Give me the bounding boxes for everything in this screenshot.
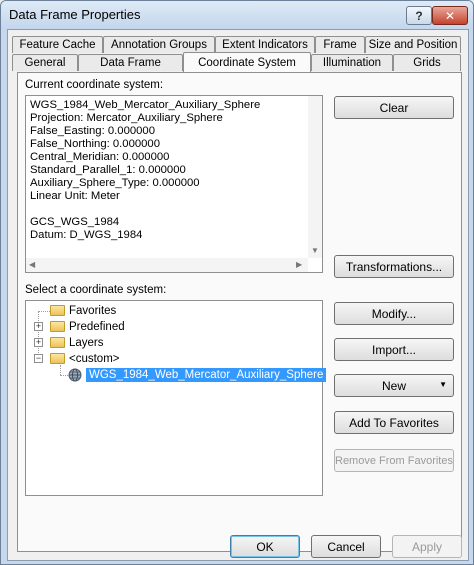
vertical-scrollbar[interactable]: ▼ — [308, 96, 322, 258]
tree-item-layers[interactable]: + Layers — [34, 335, 104, 351]
tab-frame[interactable]: Frame — [315, 36, 365, 53]
expand-plus-icon[interactable]: + — [34, 338, 43, 347]
tree-item-label-selected: WGS_1984_Web_Mercator_Auxiliary_Sphere — [86, 368, 327, 382]
close-button[interactable]: ✕ — [432, 6, 468, 25]
tab-coordinate-system[interactable]: Coordinate System — [183, 52, 311, 72]
tab-annotation-groups[interactable]: Annotation Groups — [103, 36, 215, 53]
help-button[interactable]: ? — [406, 6, 432, 25]
horizontal-scrollbar[interactable]: ◀ ▶ — [26, 258, 308, 272]
tree-item-label: <custom> — [69, 353, 120, 365]
new-dropdown-button[interactable]: New ▼ — [334, 374, 454, 397]
tab-extent-indicators[interactable]: Extent Indicators — [215, 36, 315, 53]
new-button-label: New — [381, 378, 406, 393]
ok-button[interactable]: OK — [230, 535, 300, 558]
folder-icon — [50, 321, 65, 332]
tree-item-favorites[interactable]: Favorites — [50, 303, 116, 319]
collapse-minus-icon[interactable]: − — [34, 354, 43, 363]
current-cs-label: Current coordinate system: — [25, 79, 164, 91]
dropdown-arrow-icon: ▼ — [439, 380, 447, 389]
tab-grids[interactable]: Grids — [393, 54, 461, 71]
current-cs-text: WGS_1984_Web_Mercator_Auxiliary_Sphere P… — [30, 99, 261, 241]
tree-item-predefined[interactable]: + Predefined — [34, 319, 125, 335]
remove-from-favorites-button[interactable]: Remove From Favorites — [334, 449, 454, 472]
tab-size-and-position[interactable]: Size and Position — [365, 36, 461, 53]
clear-button[interactable]: Clear — [334, 96, 454, 119]
tree-item-custom[interactable]: − <custom> — [34, 351, 120, 367]
open-folder-icon — [50, 353, 65, 364]
expand-plus-icon[interactable]: + — [34, 322, 43, 331]
globe-icon — [68, 368, 82, 382]
folder-icon — [50, 337, 65, 348]
tree-item-label: Predefined — [69, 321, 125, 333]
tree-item-label: Favorites — [69, 305, 117, 317]
tab-feature-cache[interactable]: Feature Cache — [12, 36, 103, 53]
folder-icon — [50, 305, 65, 316]
current-cs-textbox[interactable]: WGS_1984_Web_Mercator_Auxiliary_Sphere P… — [25, 95, 323, 273]
scroll-right-icon[interactable]: ▶ — [296, 260, 302, 269]
tree-item-web-mercator[interactable]: WGS_1984_Web_Mercator_Auxiliary_Sphere — [68, 367, 327, 383]
add-to-favorites-button[interactable]: Add To Favorites — [334, 411, 454, 434]
tab-data-frame[interactable]: Data Frame — [78, 54, 183, 71]
scroll-left-icon[interactable]: ◀ — [29, 260, 35, 269]
import-button[interactable]: Import... — [334, 338, 454, 361]
modify-button[interactable]: Modify... — [334, 302, 454, 325]
tab-general[interactable]: General — [12, 54, 78, 71]
apply-button[interactable]: Apply — [392, 535, 462, 558]
tree-item-label: Layers — [69, 337, 104, 349]
dialog-window: Data Frame Properties ? ✕ Feature Cache … — [0, 0, 474, 565]
coordinate-system-tree[interactable]: Favorites + Predefined + Layers − <custo… — [25, 300, 327, 496]
cancel-button[interactable]: Cancel — [311, 535, 381, 558]
transformations-button[interactable]: Transformations... — [334, 255, 454, 278]
window-title: Data Frame Properties — [9, 7, 141, 22]
tab-illumination[interactable]: Illumination — [311, 54, 393, 71]
select-cs-label: Select a coordinate system: — [25, 284, 167, 296]
scroll-down-icon[interactable]: ▼ — [311, 246, 319, 255]
title-bar[interactable]: Data Frame Properties ? ✕ — [1, 1, 473, 29]
